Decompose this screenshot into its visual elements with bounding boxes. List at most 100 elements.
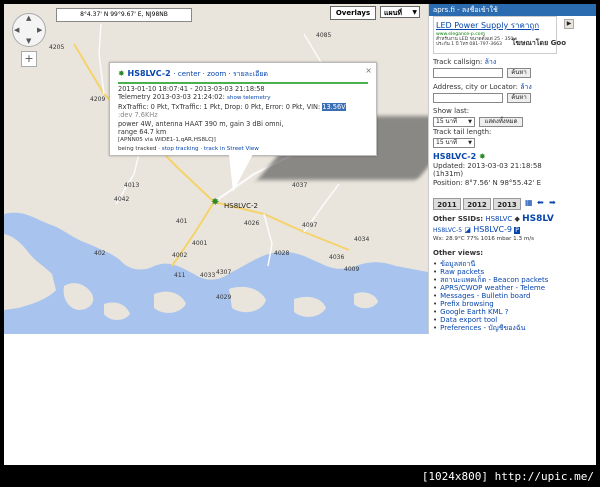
ssid-link[interactable]: HS8LVC-5	[433, 227, 462, 234]
refresh-button[interactable]: แสดงทั้งหมด	[479, 117, 523, 127]
map-type-select[interactable]: แผนที่ ▼	[380, 6, 420, 18]
year-tab-2011[interactable]: 2011	[433, 198, 461, 210]
road-label: 401	[176, 218, 188, 225]
bullet-icon: •	[433, 324, 438, 332]
address-clear-link[interactable]: ล้าง	[520, 83, 532, 91]
track-callsign-label: Track callsign: ล้าง	[433, 57, 496, 68]
pan-down-icon[interactable]: ▼	[26, 37, 31, 45]
bullet-icon: •	[433, 308, 438, 316]
tail-length-select[interactable]: 15 นาที ▼	[433, 138, 475, 148]
view-link[interactable]: ข้อมูลสถานี	[440, 260, 475, 268]
popup-tail-wrap	[109, 62, 377, 192]
bullet-icon: •	[433, 300, 438, 308]
year-tab-2012[interactable]: 2012	[463, 198, 491, 210]
road-label: 4209	[90, 96, 106, 103]
browser-viewport: 4205 4013 4037 4097 401 4042 4307 4002 4…	[4, 4, 596, 465]
track-button[interactable]: ค้นหา	[507, 68, 531, 78]
list-item: • APRS/CWOP weather - Teleme	[433, 284, 548, 292]
view-link[interactable]: APRS/CWOP weather - Teleme	[440, 284, 545, 292]
map-area[interactable]: 4205 4013 4037 4097 401 4042 4307 4002 4…	[4, 4, 428, 334]
ssid-icon: ◆	[514, 215, 520, 223]
ad-google-label: โฆษณาโดย Goo	[511, 39, 566, 47]
view-link[interactable]: สถานะแพคเก็ต - Beacon packets	[440, 276, 548, 284]
list-item: • Google Earth KML ?	[433, 308, 548, 316]
station-callsign[interactable]: HS8LVC-2	[433, 152, 476, 161]
callsign-input[interactable]	[433, 68, 503, 78]
road-label: 411	[174, 272, 186, 279]
address-input[interactable]	[433, 93, 503, 103]
address-label: Address, city or Locator: ล้าง	[433, 82, 532, 93]
road-label: 4026	[244, 220, 260, 227]
other-views-list: • ข้อมูลสถานี • Raw packets • สถานะแพคเก็ต …	[433, 260, 548, 332]
other-ssids-line: Other SSIDs: HS8LVC ◆ HS8LV	[433, 214, 554, 224]
popup-tail	[229, 154, 253, 192]
road-label: 4028	[274, 250, 290, 257]
view-link[interactable]: Preferences - บัญชีของฉัน	[440, 324, 525, 332]
station-title: HS8LVC-2 ✸	[433, 152, 486, 161]
calendar-icon[interactable]: ▦	[525, 198, 533, 207]
pan-right-icon[interactable]: ▶	[37, 26, 42, 34]
ssid-link[interactable]: HS8LV	[522, 214, 554, 224]
track-callsign-clear-link[interactable]: ล้าง	[485, 58, 497, 66]
road-label: 402	[94, 250, 106, 257]
road-label: 4307	[216, 269, 232, 276]
ad-arrow-icon[interactable]: ▶	[564, 19, 574, 29]
view-link[interactable]: Google Earth KML ?	[440, 308, 508, 316]
arrow-left-icon[interactable]: ⬅	[537, 198, 544, 207]
view-link[interactable]: Messages - Bulletin board	[440, 292, 530, 300]
road-label: 4036	[329, 254, 345, 261]
position-text: Position: 8°7.56' N 98°55.42' E	[433, 179, 542, 187]
road-label: 4042	[114, 196, 130, 203]
view-link[interactable]: Prefix browsing	[440, 300, 494, 308]
ago-text: (1h31m)	[433, 170, 464, 178]
screenshot-footer: [1024x800] http://upic.me/	[421, 470, 594, 483]
ssid-icon: ◪	[464, 226, 471, 234]
show-last-value: 15 นาที	[436, 118, 457, 125]
station-marker-icon[interactable]: ✸	[211, 197, 219, 208]
list-item: • Messages - Bulletin board	[433, 292, 548, 300]
show-last-label: Show last:	[433, 107, 470, 115]
ssid-line-2: HS8LVC-5 ◪ HS8LVC-9 P	[433, 225, 520, 234]
list-item: • Preferences - บัญชีของฉัน	[433, 324, 548, 332]
tail-length-value: 15 นาที	[436, 139, 457, 146]
arrow-right-icon[interactable]: ➡	[549, 198, 556, 207]
updated-text: Updated: 2013-03-03 21:18:58	[433, 162, 542, 170]
ssid-link[interactable]: HS8LVC-9	[473, 225, 512, 234]
weather-text: Wx: 28.9°C 77% 1016 mbar 1.3 m/s	[433, 236, 535, 242]
station-marker-label[interactable]: HS8LVC-2	[224, 202, 258, 210]
view-link[interactable]: Data export tool	[440, 316, 497, 324]
address-text: Address, city or Locator:	[433, 83, 518, 91]
station-icon: ✸	[478, 152, 486, 161]
panel-header[interactable]: aprs.fi - ลงชื่อเข้าใช้	[429, 4, 596, 16]
ad-box[interactable]: LED Power Supply ราคาถูก www.elegance-p.…	[433, 16, 574, 54]
map-type-value: แผนที่	[384, 9, 403, 17]
ssid-link[interactable]: HS8LVC	[485, 215, 512, 223]
show-last-select[interactable]: 15 นาที ▼	[433, 117, 475, 127]
year-tab-2013[interactable]: 2013	[493, 198, 521, 210]
road-label: 4033	[200, 272, 216, 279]
bullet-icon: •	[433, 316, 438, 324]
chevron-down-icon: ▼	[468, 119, 472, 125]
zoom-in-button[interactable]: +	[21, 51, 37, 67]
pan-control[interactable]: ▲ ◀ ▶ ▼	[12, 13, 46, 47]
list-item: • ข้อมูลสถานี	[433, 260, 548, 268]
ad-title[interactable]: LED Power Supply ราคาถูก	[436, 19, 554, 32]
road-label: 4001	[192, 240, 208, 247]
other-views-label: Other views:	[433, 249, 484, 257]
road-label: 4029	[216, 294, 232, 301]
road-label: 4034	[354, 236, 370, 243]
list-item: • Raw packets	[433, 268, 548, 276]
bullet-icon: •	[433, 260, 438, 268]
coordinate-readout: 8°4.37' N 99°9.67' E, NJ98NB	[56, 8, 192, 22]
list-item: • Prefix browsing	[433, 300, 548, 308]
side-panel: aprs.fi - ลงชื่อเข้าใช้ LED Power Supply…	[428, 4, 596, 334]
view-link[interactable]: Raw packets	[440, 268, 484, 276]
search-button[interactable]: ค้นหา	[507, 93, 531, 103]
parking-icon: P	[514, 227, 520, 234]
bullet-icon: •	[433, 284, 438, 292]
pan-up-icon[interactable]: ▲	[26, 14, 31, 22]
overlays-button[interactable]: Overlays	[330, 6, 376, 20]
bullet-icon: •	[433, 276, 438, 284]
road-label: 4205	[49, 44, 65, 51]
pan-left-icon[interactable]: ◀	[14, 26, 19, 34]
